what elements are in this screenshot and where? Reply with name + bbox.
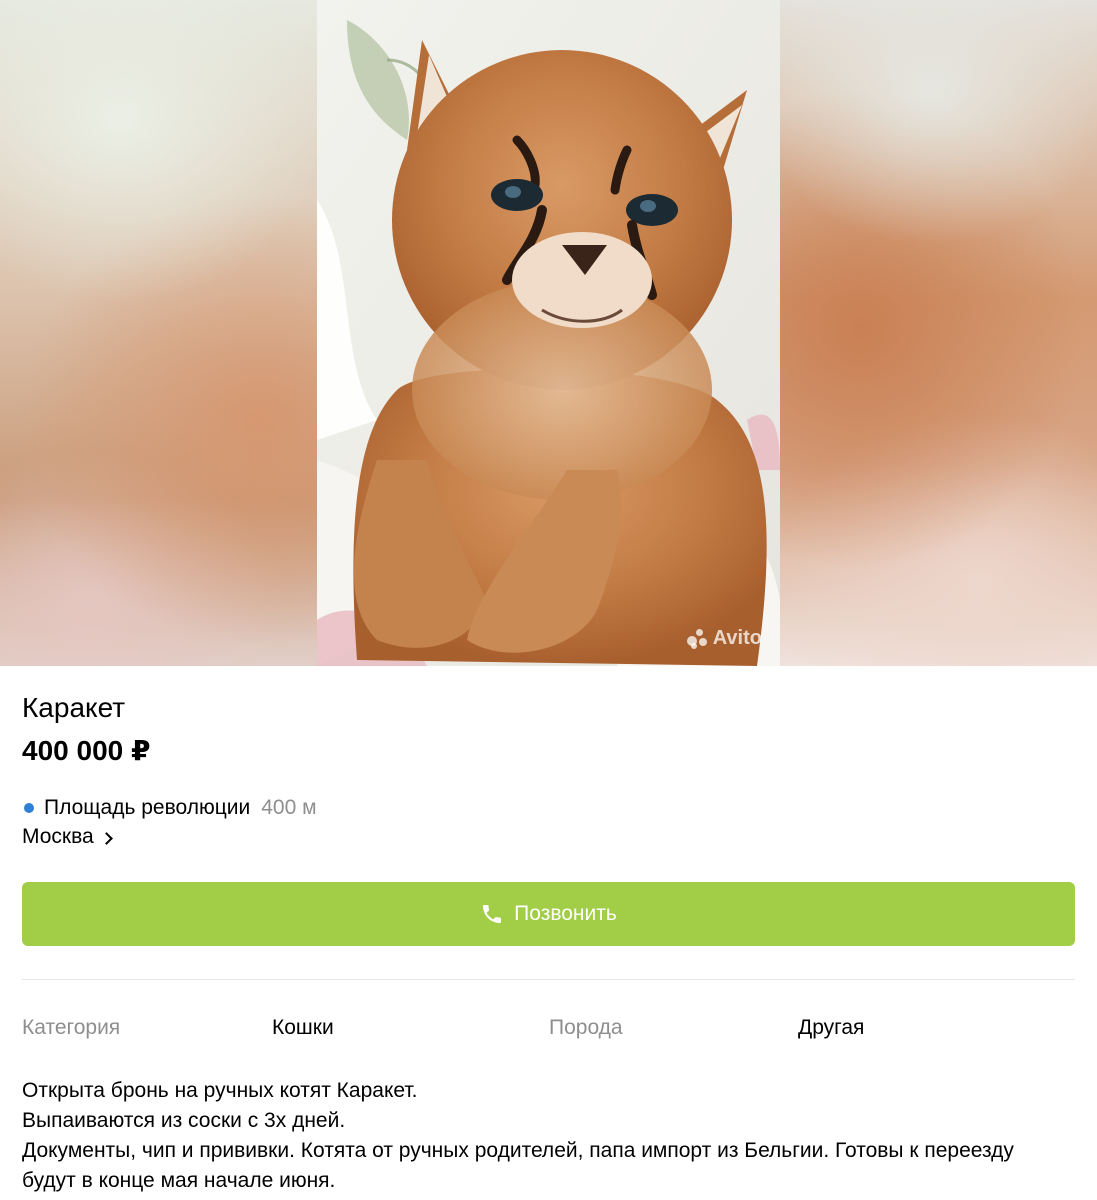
param-breed-value: Другая <box>798 1016 865 1039</box>
description-line: будут в конце мая начале июня. <box>22 1169 336 1192</box>
param-breed-label: Порода <box>549 1016 623 1039</box>
metro-location: Площадь революции 400 м <box>22 796 317 820</box>
description-line: Документы, чип и прививки. Котята от руч… <box>22 1139 1014 1162</box>
section-divider <box>22 979 1075 980</box>
caracal-kitten-image <box>317 0 780 666</box>
listing-price: 400 000 ₽ <box>22 735 151 766</box>
watermark-text: Avito <box>712 627 762 649</box>
metro-line-dot-icon <box>24 803 34 813</box>
chevron-right-icon <box>99 831 113 845</box>
description-line: Открыта бронь на ручных котят Каракет. <box>22 1079 418 1102</box>
city-name: Москва <box>22 825 94 848</box>
blurred-background-left <box>0 0 317 666</box>
blurred-background-right <box>780 0 1097 666</box>
avito-logo-icon <box>686 628 709 650</box>
listing-photo[interactable]: Avito <box>317 0 780 666</box>
photo-gallery[interactable]: Avito <box>0 0 1097 666</box>
listing-description: Открыта бронь на ручных котят Каракет. В… <box>22 1076 1082 1196</box>
description-line: Выпаиваются из соски с 3х дней. <box>22 1109 346 1132</box>
call-button[interactable]: Позвонить <box>22 882 1075 946</box>
metro-station: Площадь революции <box>44 796 251 819</box>
phone-icon <box>483 905 502 923</box>
city-link[interactable]: Москва <box>22 825 113 849</box>
param-category-label: Категория <box>22 1016 121 1039</box>
avito-watermark: Avito <box>686 627 762 650</box>
listing-title: Каракет <box>22 692 126 723</box>
param-category-value: Кошки <box>272 1016 334 1039</box>
call-button-label: Позвонить <box>514 902 617 925</box>
metro-distance: 400 м <box>261 796 317 819</box>
